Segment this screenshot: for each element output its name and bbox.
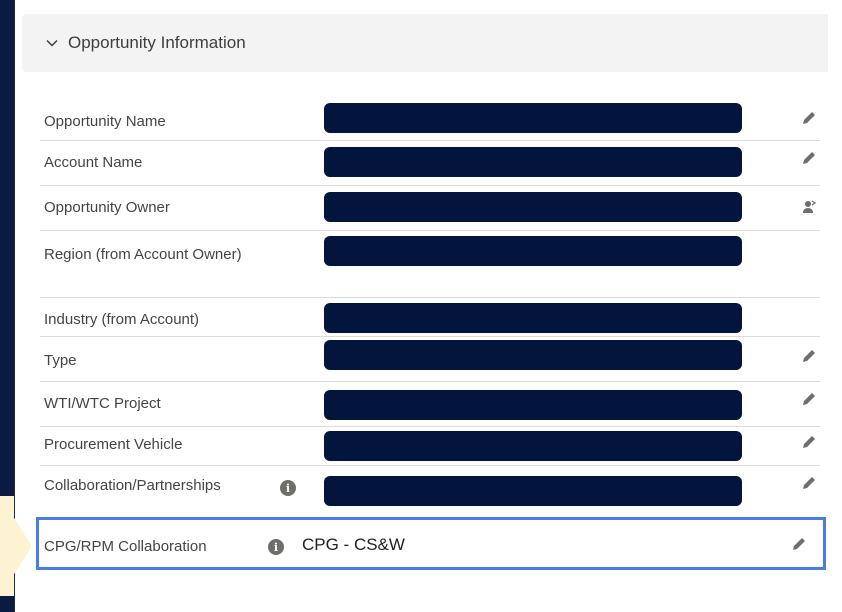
field-row-opportunity-name: Opportunity Name <box>40 100 820 141</box>
field-row-type: Type <box>40 337 820 382</box>
field-label: Opportunity Name <box>44 113 166 130</box>
info-icon[interactable]: i <box>268 539 284 555</box>
field-row-procurement-vehicle: Procurement Vehicle <box>40 427 820 466</box>
pencil-icon[interactable] <box>798 147 820 169</box>
section-header-opportunity-information[interactable]: Opportunity Information <box>22 14 828 72</box>
field-label: Industry (from Account) <box>44 311 200 328</box>
field-value: CPG - CS&W <box>302 535 405 554</box>
field-label: Collaboration/Partnerships <box>44 477 221 494</box>
field-row-wti-wtc-project: WTI/WTC Project <box>40 382 820 427</box>
redacted-value <box>324 303 742 333</box>
redacted-value <box>324 103 742 133</box>
field-label: Opportunity Owner <box>44 199 170 216</box>
redacted-value <box>324 236 742 266</box>
chevron-down-icon <box>46 37 58 49</box>
redacted-value <box>324 476 742 506</box>
redacted-value <box>324 147 742 177</box>
redacted-value <box>324 192 742 222</box>
redacted-value <box>324 390 742 420</box>
pencil-icon[interactable] <box>798 345 820 367</box>
field-row-account-name: Account Name <box>40 141 820 186</box>
field-row-collaboration-partnerships: Collaboration/Partnerships i <box>40 466 820 518</box>
field-row-region: Region (from Account Owner) <box>40 231 820 298</box>
field-label: Region (from Account Owner) <box>44 246 242 263</box>
pencil-icon[interactable] <box>798 431 820 453</box>
callout-arrow <box>0 496 32 596</box>
field-row-industry: Industry (from Account) <box>40 298 820 337</box>
field-label: WTI/WTC Project <box>44 395 161 412</box>
pencil-icon[interactable] <box>798 472 820 494</box>
change-owner-icon[interactable] <box>798 196 820 218</box>
field-row-opportunity-owner: Opportunity Owner <box>40 186 820 231</box>
pencil-icon[interactable] <box>798 107 820 129</box>
redacted-value <box>324 340 742 370</box>
pencil-icon[interactable] <box>798 388 820 410</box>
field-label: Type <box>44 352 77 369</box>
redacted-value <box>324 431 742 461</box>
field-label: CPG/RPM Collaboration <box>44 538 207 555</box>
field-label: Account Name <box>44 154 143 171</box>
field-label: Procurement Vehicle <box>44 436 183 453</box>
field-row-cpg-rpm-collaboration: CPG/RPM Collaboration i CPG - CS&W <box>40 520 820 566</box>
info-icon[interactable]: i <box>280 480 296 496</box>
section-title: Opportunity Information <box>68 33 246 52</box>
pencil-icon[interactable] <box>788 533 810 555</box>
